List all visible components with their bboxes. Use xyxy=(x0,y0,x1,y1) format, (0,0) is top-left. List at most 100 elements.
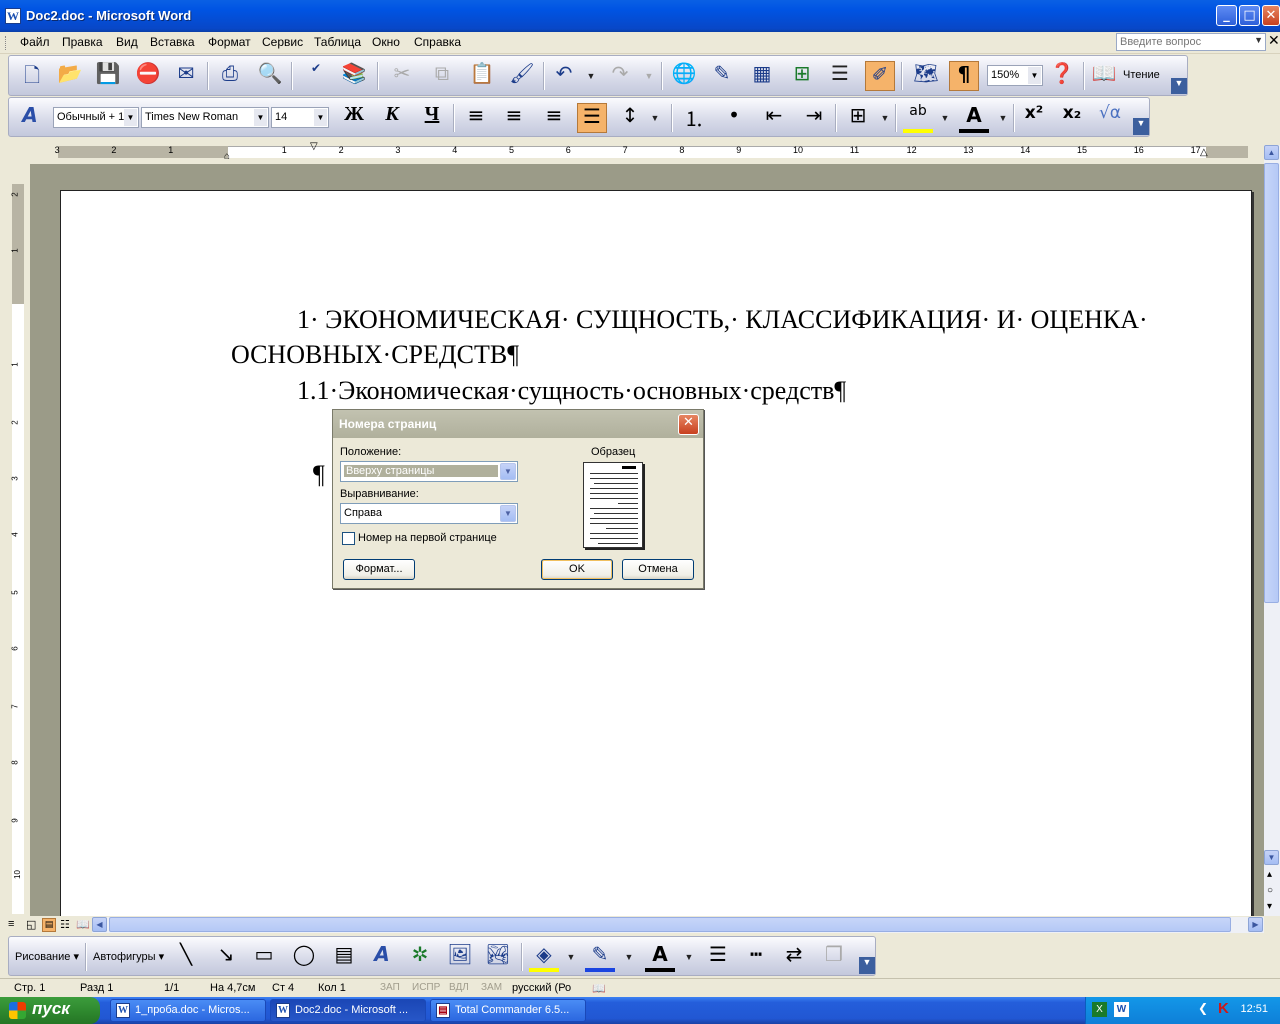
dash-style-icon[interactable]: ┅ xyxy=(741,942,771,972)
taskbar-item[interactable]: ▤ Total Commander 6.5... xyxy=(430,999,586,1022)
horizontal-scrollbar[interactable]: ◀ ▶ xyxy=(92,917,1264,933)
columns-icon[interactable]: ☰ xyxy=(825,61,855,91)
numbering-icon[interactable]: ⒈ xyxy=(679,103,709,133)
first-page-label[interactable]: Номер на первой странице xyxy=(358,532,497,544)
print-layout-icon[interactable]: ▤ xyxy=(42,918,56,932)
autoshapes-menu[interactable]: Автофигуры ▾ xyxy=(93,950,164,963)
menu-edit[interactable]: Правка xyxy=(59,35,106,49)
chevron-down-icon[interactable]: ▼ xyxy=(500,463,516,480)
diagram-icon[interactable]: ✲ xyxy=(405,942,435,972)
start-button[interactable]: пуск xyxy=(0,997,100,1024)
menu-window[interactable]: Окно xyxy=(369,35,403,49)
menu-format[interactable]: Формат xyxy=(205,35,254,49)
chevron-down-icon[interactable]: ▼ xyxy=(1028,67,1041,84)
bold-button[interactable]: Ж xyxy=(339,103,369,133)
align-right-icon[interactable]: ≡ xyxy=(539,103,569,133)
tables-borders-icon[interactable]: ✎ xyxy=(707,61,737,91)
font-color-dropdown-icon[interactable]: ▼ xyxy=(997,103,1009,133)
word-tray-icon[interactable]: W xyxy=(1114,1002,1129,1017)
toolbar-options-icon[interactable]: ▼ xyxy=(1171,78,1187,94)
antivirus-tray-icon[interactable]: K xyxy=(1218,1000,1229,1017)
undo-dropdown-icon[interactable]: ▼ xyxy=(585,61,597,91)
decrease-indent-icon[interactable]: ⇤ xyxy=(759,103,789,133)
redo-dropdown-icon[interactable]: ▼ xyxy=(643,61,655,91)
status-ext[interactable]: ВДЛ xyxy=(449,982,469,993)
next-page-icon[interactable]: ▾ xyxy=(1267,901,1272,912)
arrow-icon[interactable]: ↘ xyxy=(211,942,241,972)
highlight-dropdown-icon[interactable]: ▼ xyxy=(939,103,951,133)
maximize-button[interactable]: □ xyxy=(1239,5,1260,26)
status-ovr[interactable]: ЗАМ xyxy=(481,982,502,993)
hyperlink-icon[interactable]: 🌐 xyxy=(669,61,699,91)
document-close-icon[interactable]: ✕ xyxy=(1268,33,1280,49)
scroll-down-icon[interactable]: ▼ xyxy=(1264,850,1279,865)
font-combo[interactable]: Times New Roman ▼ xyxy=(141,107,269,128)
status-trk[interactable]: ИСПР xyxy=(412,982,440,993)
scroll-up-icon[interactable]: ▲ xyxy=(1264,145,1279,160)
line-color-dropdown-icon[interactable]: ▼ xyxy=(623,942,635,972)
menu-tools[interactable]: Сервис xyxy=(259,35,306,49)
right-indent-marker[interactable]: △ xyxy=(1200,147,1208,158)
heading-1-line-1[interactable]: 1· ЭКОНОМИЧЕСКАЯ· СУЩНОСТЬ,· КЛАССИФИКАЦ… xyxy=(297,305,1148,335)
left-indent-marker[interactable]: ⌂ xyxy=(224,151,230,162)
empty-paragraph-mark[interactable]: ¶ xyxy=(313,460,325,490)
draw-font-color-dropdown-icon[interactable]: ▼ xyxy=(683,942,695,972)
horizontal-scroll-thumb[interactable] xyxy=(109,917,1231,932)
alignment-select[interactable]: Справа ▼ xyxy=(340,503,518,524)
new-icon[interactable]: 🗋 xyxy=(17,61,47,91)
minimize-button[interactable]: _ xyxy=(1216,5,1237,26)
heading-2[interactable]: 1.1·Экономическая·сущность·основных·сред… xyxy=(297,376,846,406)
fill-color-icon[interactable]: ◈ xyxy=(529,942,559,972)
wordart-icon[interactable]: A xyxy=(367,942,397,972)
menu-table[interactable]: Таблица xyxy=(311,35,364,49)
vertical-scroll-thumb[interactable] xyxy=(1264,163,1279,603)
drawing-icon[interactable]: ✐ xyxy=(865,61,895,91)
print-icon[interactable]: ⎙ xyxy=(215,61,245,91)
align-center-icon[interactable]: ≡ xyxy=(499,103,529,133)
spelling-icon[interactable]: ✔ xyxy=(301,61,331,91)
status-rec[interactable]: ЗАП xyxy=(380,982,400,993)
menu-grip[interactable] xyxy=(5,36,8,50)
fill-color-dropdown-icon[interactable]: ▼ xyxy=(565,942,577,972)
permission-icon[interactable]: ⛔ xyxy=(133,61,163,91)
menu-insert[interactable]: Вставка xyxy=(147,35,198,49)
web-view-icon[interactable]: ◱ xyxy=(26,918,36,931)
text-box-icon[interactable]: ▤ xyxy=(329,942,359,972)
chevron-down-icon[interactable]: ▼ xyxy=(314,109,327,126)
shadow-style-icon[interactable]: ❒ xyxy=(819,942,849,972)
subscript-icon[interactable]: x₂ xyxy=(1057,103,1087,133)
outline-view-icon[interactable]: ☷ xyxy=(60,918,70,931)
word-app-icon[interactable]: W xyxy=(5,8,21,24)
bullets-icon[interactable]: • xyxy=(719,103,749,133)
chevron-down-icon[interactable]: ▼ xyxy=(124,109,137,126)
chevron-down-icon[interactable]: ▼ xyxy=(500,505,516,522)
line-spacing-icon[interactable]: ↕ xyxy=(615,103,645,133)
ok-button[interactable]: OK xyxy=(541,559,613,580)
open-icon[interactable]: 📂 xyxy=(55,61,85,91)
heading-1-line-2[interactable]: ОСНОВНЫХ·СРЕДСТВ¶ xyxy=(231,340,519,370)
highlight-icon[interactable]: ab xyxy=(903,103,933,133)
show-formatting-icon[interactable]: ¶ xyxy=(949,61,979,91)
cut-icon[interactable]: ✂ xyxy=(387,61,417,91)
email-icon[interactable]: ✉ xyxy=(171,61,201,91)
browse-object-icon[interactable]: ○ xyxy=(1267,885,1273,896)
paste-icon[interactable]: 📋 xyxy=(467,61,497,91)
font-size-combo[interactable]: 14 ▼ xyxy=(271,107,329,128)
first-line-indent-marker[interactable]: ▽ xyxy=(310,141,318,152)
dialog-close-icon[interactable]: ✕ xyxy=(678,414,699,435)
justify-icon[interactable]: ☰ xyxy=(577,103,607,133)
horizontal-ruler[interactable]: 3 2 1 1 2 3 4 5 6 7 8 9 10 11 12 13 14 15 16 17 ⌂ ▽ △ xyxy=(10,139,1266,164)
chevron-down-icon[interactable]: ▼ xyxy=(1254,35,1263,45)
borders-dropdown-icon[interactable]: ▼ xyxy=(879,103,891,133)
insert-excel-icon[interactable]: ⊞ xyxy=(787,61,817,91)
style-combo[interactable]: Обычный + 1 ▼ xyxy=(53,107,139,128)
zoom-combo[interactable]: 150% ▼ xyxy=(987,65,1043,86)
reading-layout-icon[interactable]: 📖 xyxy=(1089,61,1119,91)
format-painter-icon[interactable]: 🖌 xyxy=(507,61,537,91)
line-icon[interactable]: ╲ xyxy=(171,942,201,972)
superscript-icon[interactable]: x² xyxy=(1019,103,1049,133)
cancel-button[interactable]: Отмена xyxy=(622,559,694,580)
formula-icon[interactable]: √α xyxy=(1095,103,1125,133)
draw-font-color-icon[interactable]: A xyxy=(645,942,675,972)
styles-icon[interactable]: A xyxy=(15,103,45,133)
